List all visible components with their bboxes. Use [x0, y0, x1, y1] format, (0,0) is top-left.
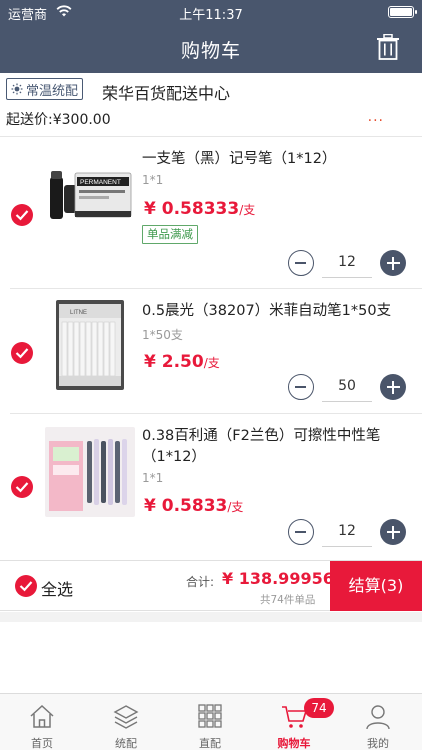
item-checkbox[interactable]: [11, 342, 33, 364]
temperature-badge-label: 常温统配: [26, 83, 79, 99]
product-name[interactable]: 0.5晨光（38207）米菲自动笔1*50支: [142, 301, 410, 322]
sun-icon: [11, 83, 23, 95]
price-unit: /支: [227, 500, 244, 514]
decrease-button[interactable]: [288, 519, 314, 545]
tab-label: 直配: [199, 737, 221, 750]
tab-label: 统配: [115, 737, 137, 750]
tab-home[interactable]: 首页: [0, 694, 84, 750]
product-price: ¥ 0.58333/支: [144, 199, 255, 219]
checkmark-icon: [15, 482, 29, 493]
cart-item: LITNE 0.5晨光（38207）米菲自动笔1*50支 1*50支 ¥ 2.5…: [0, 289, 422, 414]
select-all-checkbox[interactable]: [15, 575, 37, 597]
tab-label: 我的: [367, 737, 389, 750]
increase-button[interactable]: [380, 250, 406, 276]
quantity-stepper: 12: [288, 247, 406, 278]
quantity-input[interactable]: 12: [322, 516, 372, 547]
product-image[interactable]: LITNE: [56, 300, 124, 390]
item-count-note: 共74件单品: [260, 594, 316, 606]
promo-tag: 单品满减: [142, 225, 198, 244]
tab-bar: 首页 统配 直配 74 购物车 我的: [0, 693, 422, 750]
minimum-order-price: 起送价:¥300.00: [6, 112, 111, 128]
total-label: 合计:: [186, 575, 215, 589]
total-value: ¥ 138.99956: [222, 569, 334, 588]
layers-icon: [113, 705, 139, 729]
product-image[interactable]: [45, 427, 135, 517]
spacer: [0, 612, 422, 622]
item-checkbox[interactable]: [11, 204, 33, 226]
battery-icon: [388, 6, 417, 18]
tab-profile[interactable]: 我的: [336, 694, 420, 750]
quantity-stepper: 12: [288, 516, 406, 547]
checkout-bar: 全选 合计: ¥ 138.99956 共74件单品 结算(3): [0, 560, 422, 611]
item-checkbox[interactable]: [11, 476, 33, 498]
tab-cart[interactable]: 74 购物车: [252, 694, 336, 750]
quantity-input[interactable]: 12: [322, 247, 372, 278]
checkmark-icon: [19, 581, 33, 592]
top-bar: 运营商 上午11:37 购物车: [0, 0, 422, 73]
trash-icon[interactable]: [376, 34, 400, 60]
select-all-label[interactable]: 全选: [41, 576, 73, 600]
checkmark-icon: [15, 348, 29, 359]
product-spec: 1*50支: [142, 328, 183, 342]
cart-item: PERMANENT 一支笔（黑）记号笔（1*12） 1*1 ¥ 0.58333/…: [0, 137, 422, 289]
cart-count-badge: 74: [304, 698, 334, 718]
home-icon: [30, 704, 54, 728]
tab-label: 首页: [31, 737, 53, 750]
product-image[interactable]: PERMANENT: [45, 151, 135, 241]
price-value: ¥ 2.50: [144, 352, 204, 372]
more-button[interactable]: ...: [368, 109, 384, 125]
status-bar: 运营商 上午11:37: [0, 0, 422, 24]
tab-unified[interactable]: 统配: [84, 694, 168, 750]
price-value: ¥ 0.5833: [144, 496, 228, 516]
product-price: ¥ 0.5833/支: [144, 496, 243, 516]
price-unit: /支: [239, 203, 256, 217]
checkmark-icon: [15, 210, 29, 221]
increase-button[interactable]: [380, 519, 406, 545]
increase-button[interactable]: [380, 374, 406, 400]
grid-icon: [198, 704, 222, 728]
cart-item: 0.38百利通（F2兰色）可擦性中性笔（1*12） 1*1 ¥ 0.5833/支…: [0, 414, 422, 560]
svg-text:LITNE: LITNE: [70, 310, 87, 316]
decrease-button[interactable]: [288, 250, 314, 276]
quantity-input[interactable]: 50: [322, 371, 372, 402]
store-header: 常温统配 荣华百货配送中心 起送价:¥300.00 ...: [0, 73, 422, 137]
product-name[interactable]: 一支笔（黑）记号笔（1*12）: [142, 149, 410, 170]
svg-text:PERMANENT: PERMANENT: [80, 179, 121, 186]
product-price: ¥ 2.50/支: [144, 352, 220, 372]
clock: 上午11:37: [179, 8, 243, 23]
checkout-button[interactable]: 结算(3): [330, 561, 422, 611]
product-spec: 1*1: [142, 173, 164, 187]
person-icon: [366, 705, 390, 730]
temperature-badge: 常温统配: [6, 78, 84, 100]
quantity-stepper: 50: [288, 371, 406, 402]
page-title: 购物车: [180, 40, 241, 62]
tab-direct[interactable]: 直配: [168, 694, 252, 750]
tab-label: 购物车: [277, 737, 311, 750]
product-name[interactable]: 0.38百利通（F2兰色）可擦性中性笔（1*12）: [142, 426, 410, 468]
decrease-button[interactable]: [288, 374, 314, 400]
price-value: ¥ 0.58333: [144, 199, 240, 219]
price-unit: /支: [203, 356, 220, 370]
store-name[interactable]: 荣华百货配送中心: [102, 80, 230, 104]
product-spec: 1*1: [142, 471, 164, 485]
